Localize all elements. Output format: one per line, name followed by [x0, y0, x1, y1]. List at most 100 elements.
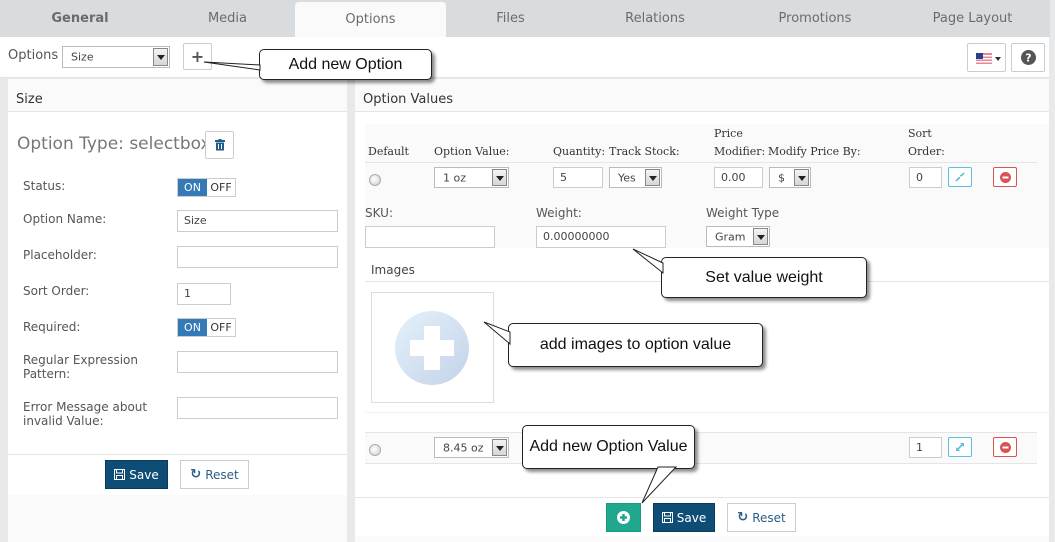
sort-order-input[interactable]: 0: [909, 167, 942, 188]
weight-type-label: Weight Type: [706, 206, 780, 220]
option-values-title: Option Values: [363, 92, 453, 107]
remove-row-button[interactable]: [993, 167, 1017, 187]
expand-row-button[interactable]: [948, 437, 972, 457]
callout-add-value-pointer: [641, 466, 678, 504]
tab-options[interactable]: Options: [295, 2, 446, 37]
weight-label: Weight:: [536, 206, 582, 220]
plus-circle-icon: [617, 511, 630, 524]
add-image-button[interactable]: [371, 292, 494, 403]
svg-text:?: ?: [1025, 52, 1031, 65]
option-panel: Size Option Type: selectbox Status: ON O…: [8, 79, 347, 542]
tab-page-layout[interactable]: Page Layout: [895, 0, 1050, 37]
regex-label: Regular Expression Pattern:: [23, 353, 138, 381]
chevron-down-icon: [753, 228, 768, 245]
expand-icon: [956, 443, 964, 451]
tab-relations[interactable]: Relations: [575, 0, 735, 37]
callout-set-weight: Set value weight: [661, 257, 867, 298]
caret-down-icon: [995, 57, 1001, 61]
default-radio[interactable]: [369, 174, 381, 186]
error-message-label: Error Message about invalid Value:: [23, 400, 148, 428]
chevron-down-icon: [153, 48, 168, 66]
callout-add-option-pointer: [203, 61, 261, 71]
header-sort-1: Sort: [908, 127, 932, 140]
trash-icon: [215, 139, 225, 151]
quantity-input[interactable]: 5: [553, 167, 603, 188]
price-modifier-input[interactable]: 0.00: [714, 167, 763, 188]
option-values-panel: Option Values Default Option Value: Quan…: [355, 79, 1049, 542]
sku-label: SKU:: [365, 206, 393, 220]
chevron-down-icon: [794, 169, 809, 186]
sort-order-label: Sort Order:: [23, 284, 90, 298]
status-toggle[interactable]: ON OFF: [177, 178, 236, 197]
tab-files[interactable]: Files: [446, 0, 575, 37]
callout-add-option: Add new Option: [259, 49, 432, 80]
options-select[interactable]: Size: [62, 46, 170, 68]
weight-type-select[interactable]: Gram: [706, 226, 770, 247]
header-quantity: Quantity:: [553, 145, 606, 158]
options-label: Options: [8, 48, 59, 63]
weight-input[interactable]: 0.00000000: [536, 226, 666, 248]
sort-order-input[interactable]: 1: [909, 437, 942, 458]
refresh-icon: ↻: [737, 510, 749, 525]
options-toolbar: Options Size + ?: [0, 37, 1050, 78]
add-option-value-button[interactable]: [606, 503, 641, 532]
us-flag-icon: [976, 53, 992, 64]
callout-add-images-pointer: [483, 321, 511, 346]
track-stock-select[interactable]: Yes: [609, 167, 662, 188]
error-message-input[interactable]: [177, 397, 338, 419]
compress-icon: [955, 172, 965, 182]
header-default: Default: [368, 145, 409, 158]
save-icon: [661, 512, 673, 523]
modify-price-by-select[interactable]: $: [769, 167, 811, 188]
sku-input[interactable]: [365, 226, 495, 248]
refresh-icon: ↻: [190, 467, 202, 482]
sort-order-input[interactable]: 1: [177, 283, 231, 305]
reset-option-button[interactable]: ↻ Reset: [180, 460, 249, 489]
add-image-icon: [395, 311, 469, 385]
save-values-button[interactable]: Save: [653, 503, 715, 532]
regex-input[interactable]: [177, 351, 338, 373]
status-label: Status:: [23, 179, 66, 193]
images-label: Images: [371, 263, 415, 277]
save-icon: [114, 469, 126, 480]
callout-add-images: add images to option value: [508, 323, 763, 367]
required-label: Required:: [23, 320, 81, 334]
question-circle-icon: ?: [1021, 50, 1036, 65]
tab-promotions[interactable]: Promotions: [735, 0, 895, 37]
tab-general[interactable]: General: [0, 0, 160, 37]
header-price-2: Modifier:: [714, 145, 766, 158]
reset-values-button[interactable]: ↻ Reset: [727, 503, 796, 532]
option-panel-title: Size: [16, 92, 43, 107]
header-track-stock: Track Stock:: [609, 145, 680, 158]
placeholder-input[interactable]: [177, 246, 338, 268]
default-radio[interactable]: [369, 444, 381, 456]
chevron-down-icon: [492, 169, 507, 186]
remove-row-button[interactable]: [993, 437, 1017, 457]
collapse-row-button[interactable]: [948, 167, 972, 187]
placeholder-label: Placeholder:: [23, 248, 97, 262]
option-name-input[interactable]: Size: [177, 210, 338, 232]
tab-media[interactable]: Media: [160, 0, 295, 37]
tab-bar: General Media Options Files Relations Pr…: [0, 0, 1050, 37]
option-type-heading: Option Type: selectbox: [17, 134, 211, 154]
header-price-1: Price: [714, 127, 743, 140]
option-name-label: Option Name:: [23, 212, 107, 226]
delete-option-button[interactable]: [205, 131, 234, 159]
chevron-down-icon: [645, 169, 660, 186]
callout-set-weight-pointer: [632, 248, 664, 275]
plus-icon: +: [190, 47, 205, 66]
chevron-down-icon: [492, 439, 507, 456]
option-value-select[interactable]: 1 oz: [434, 167, 509, 188]
header-modify-price-by: Modify Price By:: [768, 145, 861, 158]
page-scrollbar[interactable]: [1049, 37, 1055, 542]
callout-add-value: Add new Option Value: [522, 425, 695, 469]
option-value-select[interactable]: 8.45 oz: [434, 437, 509, 458]
save-option-button[interactable]: Save: [105, 460, 168, 489]
help-button[interactable]: ?: [1011, 43, 1045, 72]
language-selector[interactable]: [967, 43, 1006, 72]
header-sort-2: Order:: [908, 145, 945, 158]
minus-circle-icon: [999, 171, 1011, 183]
required-toggle[interactable]: ON OFF: [177, 318, 236, 337]
minus-circle-icon: [999, 441, 1011, 453]
header-option-value: Option Value:: [434, 145, 510, 158]
